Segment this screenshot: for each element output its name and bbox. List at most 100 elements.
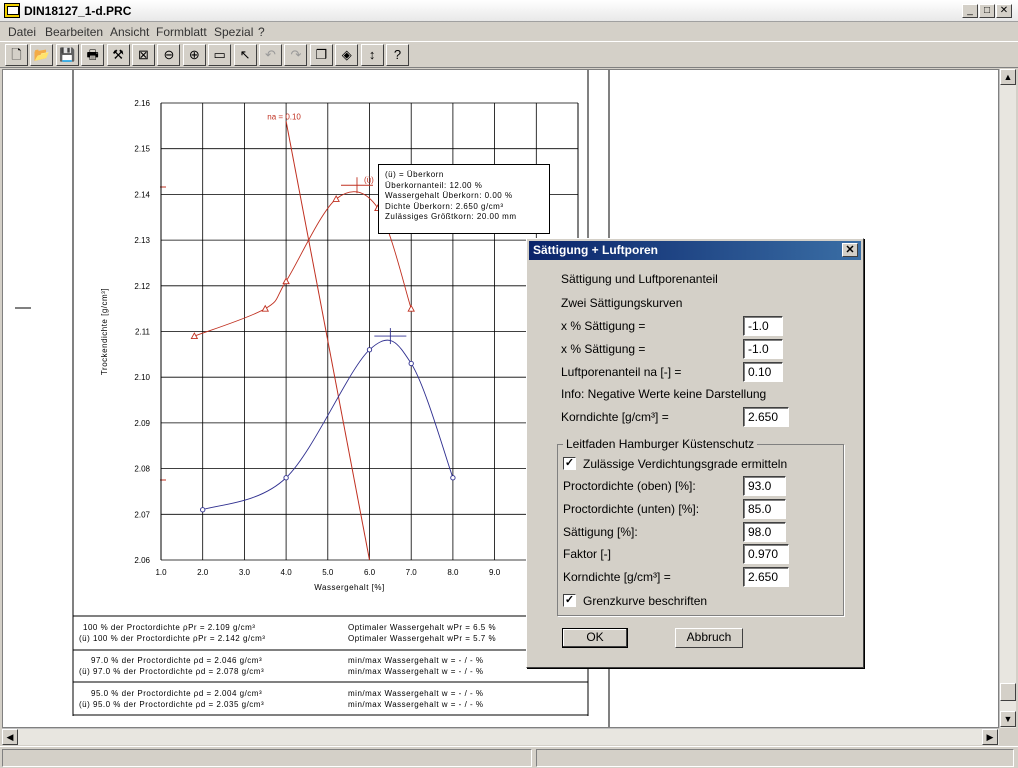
saturation-1-input[interactable] (743, 316, 783, 336)
layers-icon[interactable]: ◈ (335, 44, 359, 66)
overkorn-line: Zulässiges Größtkorn: 20.00 mm (385, 212, 517, 221)
data-point (261, 304, 270, 312)
dialog-title-bar: Sättigung + Luftporen ✕ (529, 241, 861, 260)
saettigung-label: Sättigung [%]: (563, 525, 638, 539)
result-left: 100 % der Proctordichte ρPr = 2.109 g/cm… (83, 623, 256, 632)
data-point (366, 347, 373, 353)
verdichtung-label: Zulässige Verdichtungsgrade ermitteln (583, 457, 788, 471)
page-setup-icon[interactable]: ⊠ (132, 44, 155, 66)
y-tick-label: 2.13 (134, 236, 150, 245)
cancel-button[interactable]: Abbruch (675, 628, 743, 648)
proctor-unten-input[interactable] (743, 499, 786, 519)
proctor-oben-input[interactable] (743, 476, 786, 496)
open-folder-icon[interactable]: 📂 (30, 44, 54, 66)
group-korndichte-label: Korndichte [g/cm³] = (563, 570, 671, 584)
menu-bar: Datei Bearbeiten Ansicht Formblatt Spezi… (0, 22, 1018, 41)
scroll-up-icon[interactable]: ▲ (1000, 69, 1016, 85)
x-tick-label: 7.0 (406, 568, 418, 577)
data-point (408, 360, 414, 367)
status-pane (536, 749, 1014, 767)
menu-spezial[interactable]: Spezial (214, 25, 253, 39)
menu-datei[interactable]: Datei (8, 25, 36, 39)
vertical-arrows-icon[interactable]: ↕ (360, 44, 384, 66)
result-right: min/max Wassergehalt w = - / - % (348, 700, 484, 709)
dialog-subheading: Zwei Sättigungskurven (561, 296, 683, 310)
y-tick-label: 2.12 (134, 282, 150, 291)
overkorn-line: (ü) = Überkorn (385, 170, 444, 179)
scroll-right-icon[interactable]: ▶ (982, 729, 998, 745)
proctor-oben-label: Proctordichte (oben) [%]: (563, 479, 696, 493)
y-tick-label: 2.07 (134, 510, 150, 519)
tools-icon[interactable]: ⚒ (106, 44, 130, 66)
overkorn-line: Wassergehalt Überkorn: 0.00 % (385, 191, 513, 200)
data-point (283, 475, 289, 481)
grenzkurve-checkbox[interactable]: ✓ (563, 594, 576, 607)
korndichte-input[interactable] (743, 407, 789, 427)
copy-icon[interactable]: ❐ (309, 44, 333, 66)
overkorn-line: Überkornanteil: 12.00 % (385, 180, 483, 190)
app-icon (4, 3, 20, 18)
help-icon[interactable]: ? (386, 44, 409, 66)
result-right: min/max Wassergehalt w = - / - % (348, 689, 484, 698)
close-button[interactable]: ✕ (996, 4, 1012, 18)
print-icon[interactable]: 🖶 (81, 44, 105, 66)
result-left: 97.0 % der Proctordichte ρd = 2.046 g/cm… (91, 656, 263, 665)
verdichtung-checkbox[interactable]: ✓ (563, 457, 576, 470)
overkorn-legend: (ü) = Überkorn Überkornanteil: 12.00 % W… (378, 164, 550, 234)
faktor-input[interactable] (743, 544, 789, 564)
saturation-2-label: x % Sättigung = (561, 342, 646, 356)
data-point (282, 277, 290, 285)
result-right: Optimaler Wassergehalt wPr = 6.5 % (348, 623, 497, 632)
grenzkurve-label: Grenzkurve beschriften (583, 594, 708, 608)
status-bar (0, 746, 1018, 768)
y-tick-label: 2.16 (134, 99, 150, 108)
minimize-button[interactable]: _ (962, 4, 978, 18)
scroll-down-icon[interactable]: ▼ (1000, 711, 1016, 727)
saturation-1-label: x % Sättigung = (561, 319, 646, 333)
saettigung-dialog: Sättigung + Luftporen ✕ Sättigung und Lu… (526, 238, 864, 668)
menu-ansicht[interactable]: Ansicht (110, 25, 149, 39)
data-point (407, 304, 415, 312)
peak-marker-label: (ü) (364, 175, 374, 184)
air-voids-input[interactable] (743, 362, 783, 382)
vertical-scroll-thumb[interactable] (1000, 683, 1016, 701)
data-point (190, 332, 199, 340)
undo-icon[interactable]: ↶ (259, 44, 282, 66)
x-tick-label: 5.0 (322, 568, 334, 577)
y-tick-label: 2.08 (134, 465, 150, 474)
saettigung-input[interactable] (743, 522, 786, 542)
result-left: (ü) 100 % der Proctordichte ρPr = 2.142 … (79, 634, 266, 643)
result-right: min/max Wassergehalt w = - / - % (348, 656, 484, 665)
x-tick-label: 1.0 (155, 568, 167, 577)
menu-formblatt[interactable]: Formblatt (156, 25, 207, 39)
saturation-2-input[interactable] (743, 339, 783, 359)
ok-button[interactable]: OK (562, 628, 628, 648)
x-tick-label: 6.0 (364, 568, 376, 577)
dialog-title: Sättigung + Luftporen (533, 243, 658, 257)
pointer-icon[interactable]: ↖ (233, 44, 257, 66)
x-tick-label: 2.0 (197, 568, 209, 577)
vertical-scrollbar[interactable]: ▲ ▼ (999, 69, 1016, 728)
maximize-button[interactable]: □ (979, 4, 995, 18)
horizontal-scrollbar[interactable]: ◀ ▶ (2, 728, 999, 745)
data-point (450, 475, 456, 481)
menu-help[interactable]: ? (258, 25, 265, 39)
redo-icon[interactable]: ↷ (284, 44, 308, 66)
group-korndichte-input[interactable] (743, 567, 789, 587)
y-tick-label: 2.06 (134, 556, 150, 565)
status-pane (2, 749, 532, 767)
save-icon[interactable]: 💾 (55, 44, 79, 66)
frame-icon[interactable]: ▭ (208, 44, 232, 66)
data-point (200, 507, 206, 513)
overkorn-line: Dichte Überkorn: 2.650 g/cm³ (385, 201, 504, 211)
new-file-icon[interactable]: 🗋 (5, 44, 28, 66)
dialog-close-icon[interactable]: ✕ (842, 243, 858, 257)
scroll-left-icon[interactable]: ◀ (2, 729, 18, 745)
menu-bearbeiten[interactable]: Bearbeiten (45, 25, 103, 39)
result-left: (ü) 97.0 % der Proctordichte ρd = 2.078 … (79, 667, 265, 676)
zoom-out-icon[interactable]: ⊖ (157, 44, 181, 66)
air-voids-label: Luftporenanteil na [-] = (561, 365, 682, 379)
zoom-in-icon[interactable]: ⊕ (182, 44, 206, 66)
korndichte-label: Korndichte [g/cm³] = (561, 410, 669, 424)
result-left: (ü) 95.0 % der Proctordichte ρd = 2.035 … (79, 700, 265, 709)
